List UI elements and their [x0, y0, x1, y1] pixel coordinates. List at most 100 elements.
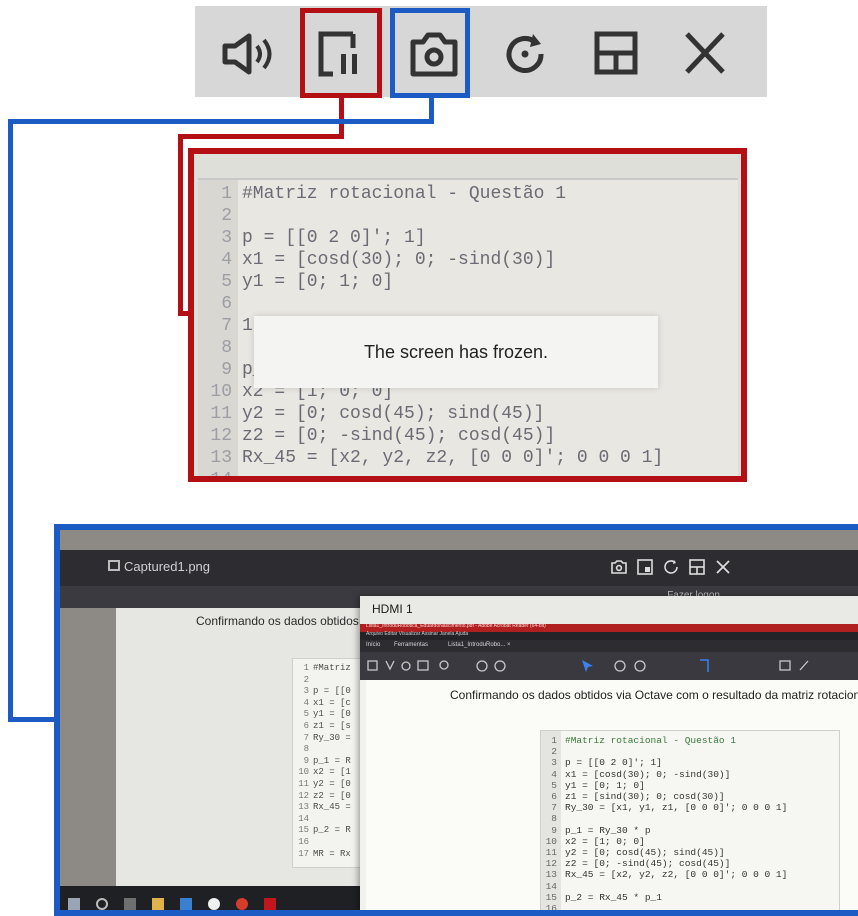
- code-line: 13 Rx_45 = [x2, y2, z2, [0 0 0]'; 0 0 0 1…: [541, 869, 788, 881]
- line-number: 8: [221, 338, 232, 358]
- device-toolbar: [195, 6, 767, 97]
- hdmi-header: HDMI 1: [360, 596, 858, 624]
- code-line: 6 z1 = [s: [293, 721, 351, 731]
- code-line: 9 p_1 = R: [293, 756, 351, 766]
- code-line: 5 y1 = [0; 1; 0]: [198, 272, 393, 294]
- code-line: 1 #Matriz: [293, 663, 351, 673]
- code-line: 10 x2 = [1: [293, 767, 351, 777]
- line-text: y2 = [0; cosd(45); sind(45)]: [242, 404, 545, 424]
- print-icon: [417, 660, 429, 671]
- line-text: z2 = [0: [313, 790, 351, 801]
- freeze-highlight-box: [300, 8, 382, 98]
- frozen-code-editor: 1 #Matriz rotacional - Questão 1 23 p = [[0…: [198, 178, 738, 482]
- code-line: 16: [293, 837, 313, 847]
- frozen-message: The screen has frozen.: [254, 316, 658, 388]
- taskview-icon[interactable]: [124, 898, 136, 910]
- search-icon[interactable]: [96, 898, 108, 910]
- line-text: x2 = [1: [313, 767, 351, 778]
- start-icon[interactable]: [68, 898, 80, 910]
- camera-icon[interactable]: [610, 558, 628, 576]
- browser-icon[interactable]: [208, 898, 220, 910]
- tab-tools[interactable]: Ferramentas: [394, 642, 428, 648]
- hdmi-label: HDMI 1: [372, 602, 413, 616]
- line-number: 13: [210, 448, 232, 468]
- line-number: 9: [551, 824, 557, 836]
- code-line: 9 p_1 = Ry_30 * p: [541, 824, 650, 836]
- zoom-out-icon: [614, 660, 626, 672]
- line-number: 4: [551, 768, 557, 780]
- line-number: 10: [210, 382, 232, 402]
- blue-connector: [8, 119, 13, 722]
- acrobat-menu-items[interactable]: Arquivo Editar Visualizar Assinar Janela…: [366, 631, 468, 637]
- line-number: 14: [298, 813, 309, 824]
- line-number: 10: [545, 835, 557, 847]
- tab-home[interactable]: Início: [366, 642, 380, 648]
- line-text: Rx_45 = [x2, y2, z2, [0 0 0]'; 0 0 0 1]: [565, 869, 788, 881]
- rotate-icon[interactable]: [497, 26, 557, 82]
- code-line: 6: [198, 294, 242, 316]
- code-line: 11 y2 = [0; cosd(45); sind(45)]: [198, 404, 544, 426]
- code-line: 8: [198, 338, 242, 360]
- line-number: 13: [545, 869, 557, 881]
- code-line: 12 z2 = [0; -sind(45); cosd(45)]: [198, 426, 555, 448]
- line-number: 6: [551, 791, 557, 802]
- line-text: p_2 = R: [313, 825, 351, 836]
- rotate-icon[interactable]: [662, 558, 680, 576]
- line-number: 7: [551, 802, 557, 814]
- line-text: Rx_45 =: [313, 802, 351, 813]
- code-line: 14: [541, 881, 565, 892]
- code-line: 3 p = [[0 2 0]'; 1]: [198, 228, 425, 250]
- close-icon[interactable]: [714, 558, 732, 576]
- pen-icon: [799, 660, 809, 671]
- close-icon[interactable]: [675, 26, 735, 82]
- speaker-icon[interactable]: [217, 26, 277, 82]
- line-text: x1 = [cosd(30); 0; -sind(30)]: [565, 768, 731, 780]
- code-line: 2: [198, 206, 242, 228]
- viewer-titlebar: Captured1.png: [60, 550, 858, 586]
- line-number: 2: [221, 206, 232, 226]
- line-number: 2: [551, 746, 557, 758]
- line-number: 6: [221, 294, 232, 314]
- line-text: MR = Rx: [313, 848, 351, 859]
- line-number: 5: [551, 779, 557, 791]
- line-number: 13: [298, 802, 309, 813]
- folder-icon[interactable]: [152, 898, 164, 910]
- code-line: 12 z2 = [0: [293, 791, 351, 801]
- line-text: z1 = [sind(30); 0; cosd(30)]: [565, 791, 725, 802]
- line-number: 11: [545, 847, 557, 858]
- acrobat-icon[interactable]: [264, 898, 276, 910]
- line-number: 3: [221, 228, 232, 248]
- viewer-controls: [610, 558, 732, 576]
- page-up-icon: [476, 660, 488, 672]
- line-number: 7: [221, 316, 232, 336]
- line-number: 12: [545, 858, 557, 870]
- line-text: #Matriz: [313, 663, 351, 673]
- hdmi-window: HDMI 1 Lista1_IntroduRobotica_EduardoNas…: [360, 596, 858, 910]
- line-text: #Matriz rotacional - Questão 1: [242, 184, 567, 204]
- code-line: 3 p = [[0: [293, 686, 351, 696]
- line-text: z2 = [0; -sind(45); cosd(45)]: [242, 426, 556, 446]
- line-number: 8: [551, 813, 557, 825]
- chrome-icon[interactable]: [236, 898, 248, 910]
- captured-image-panel: Captured1.png Fazer logon Confirmando os…: [54, 524, 858, 916]
- freeze-screen-icon[interactable]: [636, 558, 654, 576]
- store-icon[interactable]: [180, 898, 192, 910]
- line-text: Rx_45 = [x2, y2, z2, [0 0 0]'; 0 0 0 1]: [242, 448, 664, 468]
- line-number: 9: [303, 755, 309, 766]
- capture-highlight-box: [390, 8, 470, 98]
- layout-icon[interactable]: [587, 26, 647, 82]
- tab-document[interactable]: Lista1_IntroduRobo... ×: [448, 642, 511, 648]
- line-text: y1 = [0: [313, 709, 351, 720]
- line-number: 14: [210, 470, 232, 482]
- pdf-code-block: 1 #Matriz rotacional - Questão 1 23 p = [[0…: [540, 730, 840, 910]
- layout-icon[interactable]: [688, 558, 706, 576]
- acrobat-tabs: Início Ferramentas Lista1_IntroduRobo...…: [360, 640, 858, 652]
- code-line: 2: [541, 746, 565, 757]
- code-line: 13 Rx_45 = [x2, y2, z2, [0 0 0]'; 0 0 0 1…: [198, 448, 663, 470]
- code-line: 12 z2 = [0; -sind(45); cosd(45)]: [541, 858, 731, 870]
- code-line: 8: [541, 813, 565, 824]
- code-line: 1 #Matriz rotacional - Questão 1: [198, 184, 566, 206]
- acrobat-menubar: Arquivo Editar Visualizar Assinar Janela…: [360, 631, 858, 640]
- line-number: 5: [221, 272, 232, 292]
- line-text: p = [[0 2 0]'; 1]: [565, 757, 662, 769]
